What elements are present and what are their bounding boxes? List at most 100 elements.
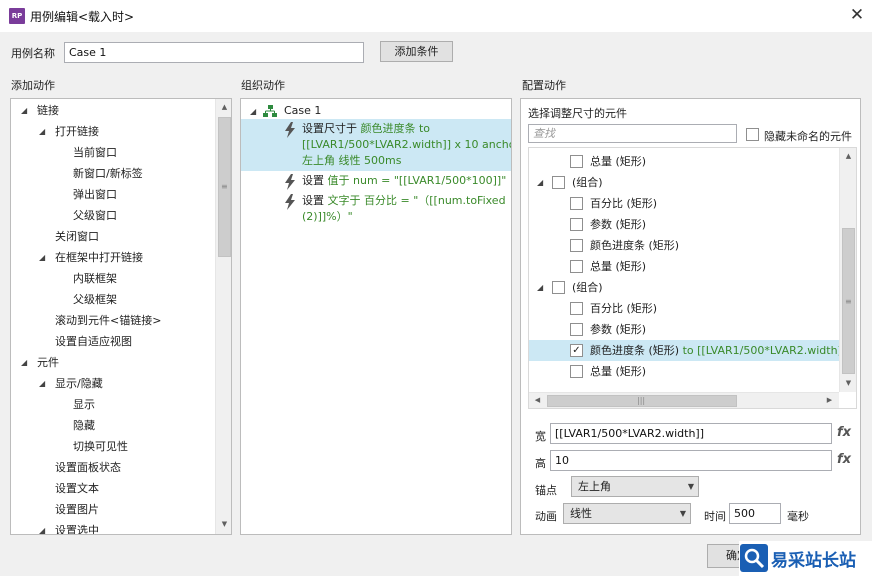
widget-search-input[interactable]: 查找: [528, 124, 737, 143]
height-input[interactable]: 10: [550, 450, 832, 471]
widget-name: (组合): [572, 176, 603, 189]
widget-name: 颜色进度条 (矩形): [590, 344, 680, 357]
anchor-select[interactable]: 左上角 ▼: [571, 476, 699, 497]
widget-vscrollbar[interactable]: ▲ ≡ ▼: [839, 148, 856, 392]
widget-name: 总量 (矩形): [590, 155, 647, 168]
widget-group-row[interactable]: ◢ (组合): [529, 172, 839, 193]
widget-checkbox[interactable]: ✓: [570, 344, 583, 357]
time-input[interactable]: 500: [729, 503, 781, 524]
widget-checkbox[interactable]: [552, 281, 565, 294]
action-item[interactable]: 设置 值于 num = "[[LVAR1/500*100]]": [241, 171, 511, 191]
scroll-right-icon[interactable]: ▶: [822, 393, 837, 408]
add-condition-button[interactable]: 添加条件: [380, 41, 453, 62]
widget-checkbox[interactable]: [570, 302, 583, 315]
tree-leaf-item[interactable]: 当前窗口: [73, 142, 117, 163]
widget-name: 总量 (矩形): [590, 365, 647, 378]
animation-select[interactable]: 线性 ▼: [563, 503, 691, 524]
tree-leaf-item[interactable]: 切换可见性: [73, 436, 128, 457]
tree-group-item[interactable]: 设置文本: [55, 478, 99, 499]
tree-group-item[interactable]: 打开链接: [55, 121, 99, 142]
app-logo-icon: RP: [9, 8, 25, 24]
widget-row[interactable]: 参数 (矩形): [529, 214, 839, 235]
tree-group-item[interactable]: 滚动到元件<锚链接>: [55, 310, 161, 331]
organize-action-list: 设置尺寸于 颜色进度条 to [[LVAR1/500*LVAR2.width]] …: [241, 119, 511, 259]
height-fx-icon[interactable]: fx: [837, 452, 851, 467]
widget-checkbox[interactable]: [552, 176, 565, 189]
tree-group-item[interactable]: 设置图片: [55, 499, 99, 520]
add-action-panel: ◢ 链接 ◢ 打开链接 当前窗口 新窗口/新标签 弹出窗口 父级窗口 关闭窗口 ◢ 在框架中打开链接…: [10, 98, 232, 535]
watermark-text: 易采站长站: [771, 551, 856, 571]
expand-icon[interactable]: ◢: [537, 178, 543, 187]
widget-checkbox[interactable]: [570, 155, 583, 168]
action-item[interactable]: 设置尺寸于 颜色进度条 to [[LVAR1/500*LVAR2.width]] …: [241, 119, 511, 171]
widget-row[interactable]: 总量 (矩形): [529, 151, 839, 172]
expand-icon[interactable]: ◢: [39, 526, 45, 534]
widget-row[interactable]: 参数 (矩形): [529, 319, 839, 340]
animation-value: 线性: [570, 507, 592, 520]
tree-group-item[interactable]: 元件: [37, 352, 59, 373]
add-action-scrollbar[interactable]: ▲ ≡ ▼: [215, 99, 231, 534]
tree-group-item[interactable]: 显示/隐藏: [55, 373, 103, 394]
scroll-down-icon[interactable]: ▼: [217, 517, 231, 532]
widget-row[interactable]: 颜色进度条 (矩形): [529, 235, 839, 256]
widget-hscrollbar[interactable]: ◀ ||| ▶: [529, 392, 839, 408]
action-item[interactable]: 设置 文字于 百分比 = "（[[num.toFixed (2)]]%）": [241, 191, 511, 227]
window-title: 用例编辑<载入时>: [30, 10, 135, 24]
expand-icon[interactable]: ◢: [21, 358, 27, 367]
watermark-logo-icon: [740, 544, 768, 572]
case-label[interactable]: Case 1: [284, 104, 321, 117]
widget-name: (组合): [572, 281, 603, 294]
scroll-up-icon[interactable]: ▲: [217, 100, 231, 115]
scroll-grip-icon: ≡: [845, 297, 852, 306]
widget-row[interactable]: ✓ 颜色进度条 (矩形) to [[LVAR1/500*LVAR2.width]]…: [529, 340, 839, 361]
chevron-down-icon: ▼: [687, 482, 694, 491]
case-name-label: 用例名称: [11, 47, 55, 60]
tree-leaf-item[interactable]: 隐藏: [73, 415, 95, 436]
widget-row[interactable]: 百分比 (矩形): [529, 298, 839, 319]
widget-checkbox[interactable]: [570, 197, 583, 210]
widget-row[interactable]: 百分比 (矩形): [529, 193, 839, 214]
widget-checkbox[interactable]: [570, 365, 583, 378]
expand-icon[interactable]: ◢: [39, 127, 45, 136]
tree-leaf-item[interactable]: 新窗口/新标签: [73, 163, 143, 184]
lightning-icon: [284, 122, 296, 138]
widget-checkbox[interactable]: [570, 323, 583, 336]
tree-leaf-item[interactable]: 弹出窗口: [73, 184, 117, 205]
widget-row[interactable]: 总量 (矩形): [529, 361, 839, 382]
widget-name: 总量 (矩形): [590, 260, 647, 273]
widget-name: 参数 (矩形): [590, 218, 647, 231]
tree-group-item[interactable]: 链接: [37, 100, 59, 121]
case-expand-icon[interactable]: ◢: [250, 107, 256, 116]
widget-checkbox[interactable]: [570, 260, 583, 273]
expand-icon[interactable]: ◢: [21, 106, 27, 115]
tree-leaf-item[interactable]: 父级窗口: [73, 205, 117, 226]
tree-group-item[interactable]: 设置自适应视图: [55, 331, 132, 352]
widget-label: (组合): [572, 277, 603, 298]
action-text-segment: 值于 num = "[[LVAR1/500*100]]": [327, 174, 507, 187]
scroll-up-icon[interactable]: ▲: [841, 149, 856, 164]
scroll-left-icon[interactable]: ◀: [530, 393, 545, 408]
tree-group-item[interactable]: 在框架中打开链接: [55, 247, 143, 268]
tree-group-item[interactable]: 关闭窗口: [55, 226, 99, 247]
tree-leaf-item[interactable]: 显示: [73, 394, 95, 415]
widget-checkbox[interactable]: [570, 239, 583, 252]
expand-icon[interactable]: ◢: [39, 379, 45, 388]
tree-group-item[interactable]: 设置选中: [55, 520, 99, 534]
tree-group-item[interactable]: 设置面板状态: [55, 457, 121, 478]
width-input[interactable]: [[LVAR1/500*LVAR2.width]]: [550, 423, 832, 444]
expand-icon[interactable]: ◢: [537, 283, 543, 292]
expand-icon[interactable]: ◢: [39, 253, 45, 262]
widget-group-row[interactable]: ◢ (组合): [529, 277, 839, 298]
close-icon[interactable]: ✕: [846, 3, 868, 27]
tree-leaf-item[interactable]: 内联框架: [73, 268, 117, 289]
width-fx-icon[interactable]: fx: [837, 425, 851, 440]
widget-tree: 总量 (矩形) ◢ (组合) 百分比 (矩形) 参数 (矩形) 颜色进度条 (矩形) 总量 …: [529, 148, 839, 392]
scroll-down-icon[interactable]: ▼: [841, 376, 856, 391]
widget-checkbox[interactable]: [570, 218, 583, 231]
hide-unnamed-checkbox[interactable]: [746, 128, 759, 141]
tree-leaf-item[interactable]: 父级框架: [73, 289, 117, 310]
hide-unnamed-label: 隐藏未命名的元件: [764, 130, 852, 143]
select-widget-label: 选择调整尺寸的元件: [528, 107, 627, 120]
case-name-input[interactable]: Case 1: [64, 42, 364, 63]
widget-row[interactable]: 总量 (矩形): [529, 256, 839, 277]
